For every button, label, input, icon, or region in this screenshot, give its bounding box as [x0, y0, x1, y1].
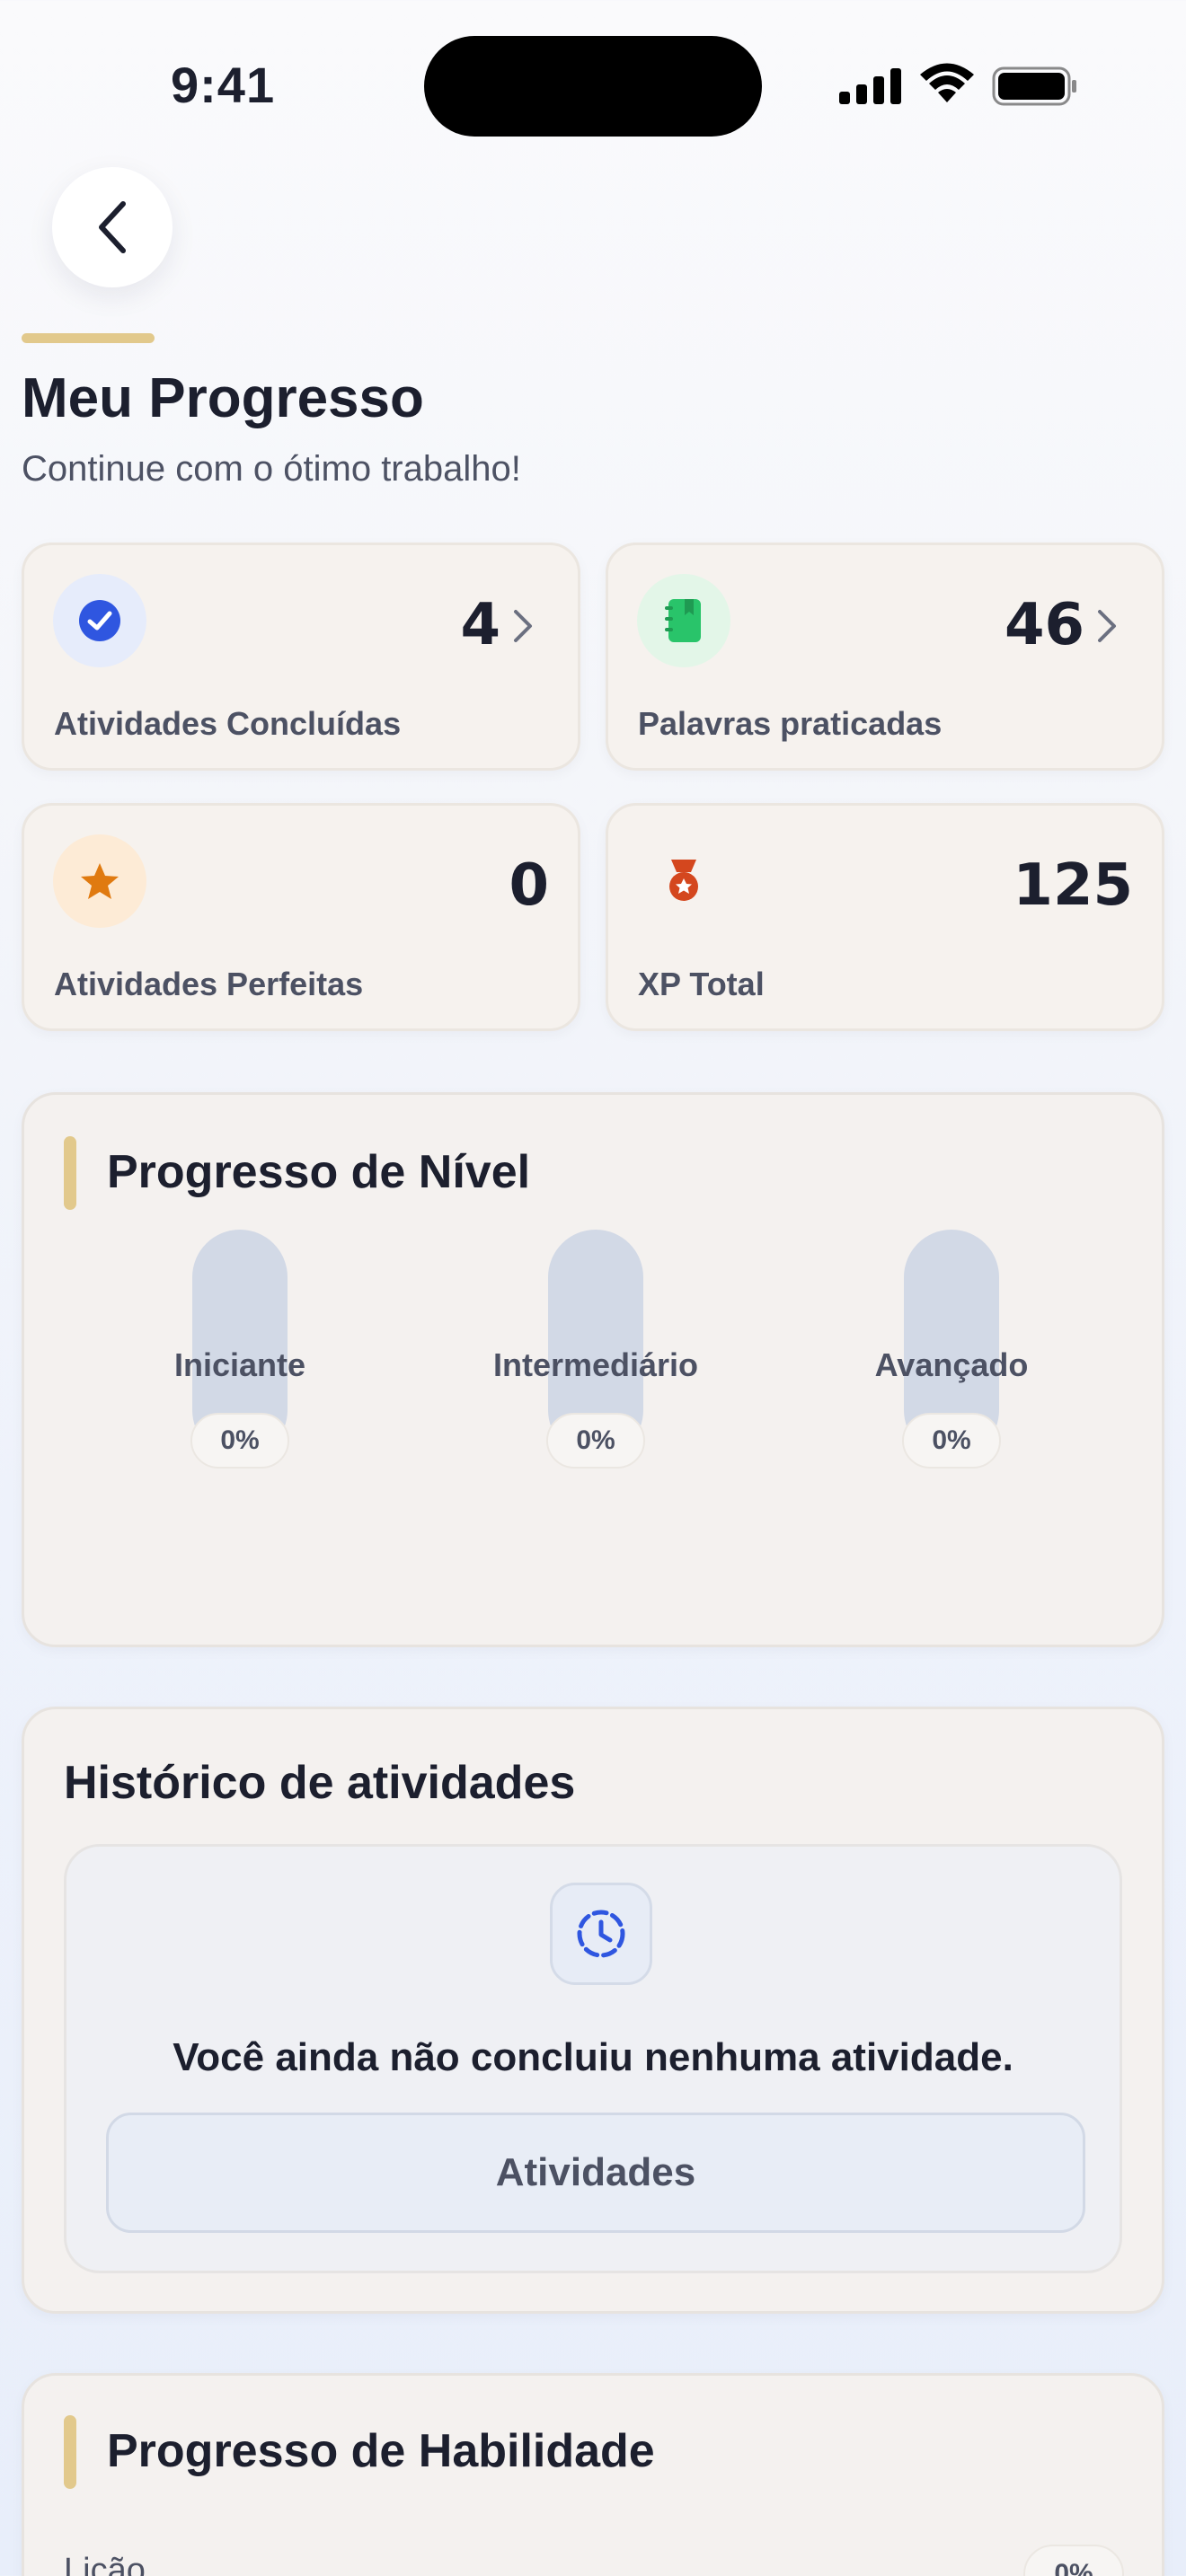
notebook-icon: [637, 574, 730, 667]
medal-icon: [637, 834, 730, 928]
stat-value: 4: [460, 592, 500, 658]
panel-title: Progresso de Habilidade: [107, 2425, 655, 2477]
page-subtitle: Continue com o ótimo trabalho!: [22, 449, 521, 489]
level-percent-badge: 0%: [190, 1413, 289, 1469]
skill-label: Lição: [64, 2552, 146, 2576]
level-label: Intermediário: [492, 1346, 699, 1383]
stat-card-completed-activities[interactable]: 4 Atividades Concluídas: [22, 543, 580, 771]
star-icon: [53, 834, 146, 928]
activity-history-panel: Histórico de atividades Você ainda não c…: [22, 1707, 1164, 2314]
stat-value: 0: [509, 852, 549, 919]
level-percent-badge: 0%: [546, 1413, 645, 1469]
level-percent-badge: 0%: [902, 1413, 1001, 1469]
panel-accent-bar: [64, 1136, 76, 1210]
chevron-right-icon: [514, 610, 532, 642]
battery-icon: [992, 66, 1076, 106]
stat-card-total-xp: 125 XP Total: [606, 803, 1164, 1031]
title-accent-bar: [22, 333, 155, 343]
chevron-right-icon: [1098, 610, 1116, 642]
chevron-left-icon: [99, 201, 126, 253]
stat-value: 46: [1004, 592, 1084, 658]
status-bar: 9:41: [0, 0, 1186, 162]
empty-state-message: Você ainda não concluiu nenhuma atividad…: [173, 2035, 1013, 2079]
panel-title: Histórico de atividades: [64, 1757, 576, 1809]
stat-card-perfect-activities: 0 Atividades Perfeitas: [22, 803, 580, 1031]
back-button[interactable]: [52, 167, 173, 287]
level-label: Avançado: [874, 1346, 1029, 1383]
cellular-signal-icon: [839, 68, 901, 104]
skill-progress-panel: Progresso de Habilidade Lição 0%: [22, 2373, 1164, 2576]
level-label: Iniciante: [173, 1346, 306, 1383]
stat-card-words-practiced[interactable]: 46 Palavras praticadas: [606, 543, 1164, 771]
wifi-icon: [920, 63, 974, 102]
stat-value: 125: [1013, 852, 1133, 919]
stat-label: Atividades Perfeitas: [54, 966, 364, 1002]
history-clock-icon: [550, 1883, 652, 1985]
page-title: Meu Progresso: [22, 367, 424, 429]
status-time: 9:41: [171, 57, 276, 113]
level-progress-panel: Progresso de Nível Iniciante 0% Intermed…: [22, 1092, 1164, 1647]
stat-label: XP Total: [638, 966, 765, 1002]
dynamic-island: [424, 36, 762, 137]
panel-title: Progresso de Nível: [107, 1146, 531, 1198]
activities-button[interactable]: Atividades: [106, 2113, 1085, 2233]
panel-accent-bar: [64, 2415, 76, 2489]
stat-label: Atividades Concluídas: [54, 705, 402, 742]
empty-state-card: Você ainda não concluiu nenhuma atividad…: [64, 1844, 1122, 2273]
check-circle-icon: [53, 574, 146, 667]
stat-label: Palavras praticadas: [638, 705, 943, 742]
skill-percent-badge: 0%: [1023, 2545, 1124, 2576]
